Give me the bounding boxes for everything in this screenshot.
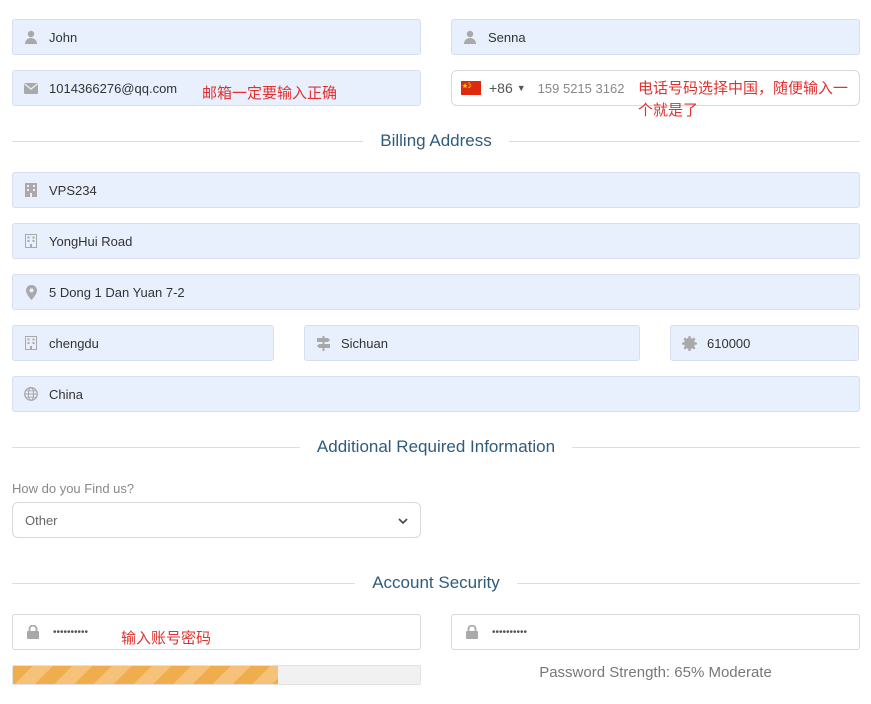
postcode-field[interactable]: 610000 bbox=[670, 325, 859, 361]
phone-annotation: 电话号码选择中国，随便输入一 个就是了 bbox=[638, 77, 868, 121]
city-field[interactable]: chengdu bbox=[12, 325, 274, 361]
state-value: Sichuan bbox=[341, 335, 388, 351]
first-name-value: John bbox=[49, 29, 78, 45]
confirm-password-field[interactable]: •••••••••• bbox=[451, 614, 860, 650]
lock-icon bbox=[13, 615, 53, 649]
address1-field[interactable]: YongHui Road bbox=[12, 223, 860, 259]
building-icon bbox=[13, 173, 49, 207]
account-security-divider: Account Security bbox=[12, 571, 860, 595]
company-field[interactable]: VPS234 bbox=[12, 172, 860, 208]
building-icon bbox=[13, 224, 49, 258]
address2-value: 5 Dong 1 Dan Yuan 7-2 bbox=[49, 284, 185, 300]
billing-address-divider: Billing Address bbox=[12, 129, 861, 153]
user-icon bbox=[13, 20, 49, 54]
user-icon bbox=[452, 20, 488, 54]
envelope-icon bbox=[13, 71, 49, 105]
password-value: •••••••••• bbox=[53, 626, 89, 638]
address1-value: YongHui Road bbox=[49, 233, 133, 249]
email-value: 1014366276@qq.com bbox=[49, 80, 178, 96]
password-field[interactable]: •••••••••• bbox=[12, 614, 421, 650]
last-name-value: Senna bbox=[488, 29, 526, 45]
find-us-value: Other bbox=[25, 512, 58, 528]
phone-annotation-line2: 个就是了 bbox=[638, 101, 699, 119]
additional-info-heading: Additional Required Information bbox=[316, 437, 556, 456]
password-strength-fill bbox=[13, 666, 278, 684]
company-value: VPS234 bbox=[49, 182, 97, 198]
find-us-select[interactable]: Other bbox=[12, 502, 421, 538]
country-code-selector[interactable]: +86 ▼ bbox=[452, 80, 526, 96]
lock-icon bbox=[452, 615, 492, 649]
find-us-label: How do you Find us? bbox=[12, 481, 135, 496]
map-marker-icon bbox=[13, 275, 49, 309]
postcode-value: 610000 bbox=[707, 335, 751, 351]
chevron-down-icon bbox=[398, 513, 408, 528]
country-value: China bbox=[49, 386, 83, 402]
account-security-heading: Account Security bbox=[372, 573, 500, 592]
phone-code: +86 bbox=[489, 80, 513, 96]
phone-annotation-line1: 电话号码选择中国，随便输入一 bbox=[638, 79, 849, 97]
additional-info-divider: Additional Required Information bbox=[12, 435, 860, 459]
globe-icon bbox=[13, 377, 49, 411]
city-value: chengdu bbox=[49, 335, 99, 351]
signpost-icon bbox=[305, 326, 341, 360]
certificate-icon bbox=[671, 326, 707, 360]
last-name-field[interactable]: Senna bbox=[451, 19, 860, 55]
building-icon bbox=[13, 326, 49, 360]
password-strength-bar bbox=[12, 665, 421, 685]
address2-field[interactable]: 5 Dong 1 Dan Yuan 7-2 bbox=[12, 274, 860, 310]
chevron-down-icon: ▼ bbox=[516, 83, 526, 93]
state-field[interactable]: Sichuan bbox=[304, 325, 640, 361]
password-annotation: 输入账号密码 bbox=[121, 629, 212, 647]
billing-address-heading: Billing Address bbox=[380, 131, 492, 150]
country-field[interactable]: China bbox=[12, 376, 860, 412]
cn-flag-icon bbox=[461, 81, 481, 95]
password-strength-text: Password Strength: 65% Moderate bbox=[539, 664, 772, 681]
first-name-field[interactable]: John bbox=[12, 19, 421, 55]
confirm-password-value: •••••••••• bbox=[492, 626, 528, 638]
phone-value: 159 5215 3162 bbox=[537, 80, 625, 96]
email-annotation: 邮箱一定要输入正确 bbox=[202, 84, 338, 102]
